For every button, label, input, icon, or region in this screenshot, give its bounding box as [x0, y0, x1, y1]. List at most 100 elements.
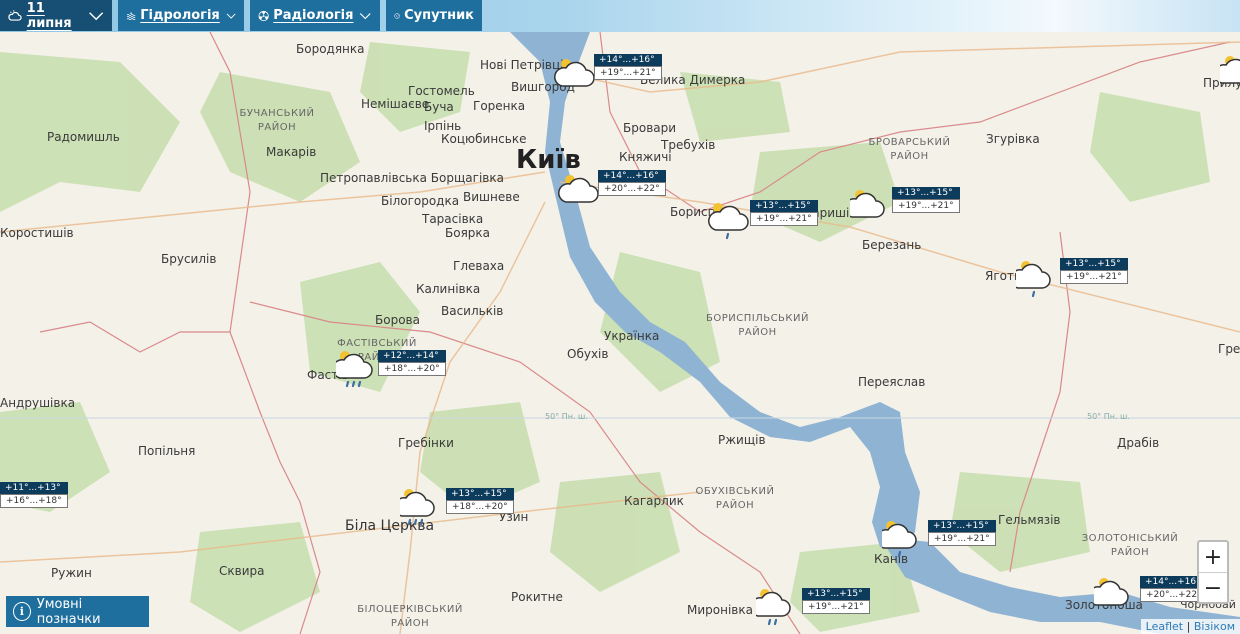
city-label: Нові Петрівці: [480, 58, 564, 72]
map-canvas[interactable]: Бородянка Нові Петрівці Велика Димерка Г…: [0, 32, 1240, 634]
leaflet-link[interactable]: Leaflet: [1146, 620, 1183, 633]
top-toolbar: 11 липня Гідрологія Радіологія Супутник: [0, 0, 1240, 32]
chevron-down-icon: [226, 13, 236, 19]
city-label: Березань: [862, 238, 922, 252]
night-temp: +13°...+15°: [892, 187, 960, 199]
waves-icon: [126, 11, 136, 20]
date-selector[interactable]: 11 липня: [0, 0, 112, 31]
city-label: Тарасівка: [422, 212, 484, 226]
sun-cloud-icon: [1094, 578, 1129, 606]
city-label: Миронівка: [687, 603, 753, 617]
legend-label: Умовні позначки: [36, 596, 101, 627]
day-temp: +19°...+21°: [802, 600, 870, 614]
city-label: Рокитне: [511, 590, 563, 604]
sun-cloud-rain-icon: [336, 351, 373, 388]
day-temp: +19°...+21°: [892, 199, 960, 213]
city-label: Ржищів: [718, 433, 766, 447]
city-label: Гельмязів: [998, 513, 1061, 527]
radiology-menu[interactable]: Радіологія: [250, 0, 380, 31]
city-label: Макарів: [266, 145, 317, 159]
city-label: Коростишів: [0, 226, 74, 240]
city-label: Ружин: [51, 566, 92, 580]
info-icon: i: [13, 602, 31, 621]
city-label: Бровари: [623, 121, 677, 135]
radiation-icon: [258, 10, 269, 21]
sun-cloud-rain-icon: [708, 203, 749, 240]
visicom-link[interactable]: Візіком: [1194, 620, 1235, 633]
city-label: Васильків: [441, 304, 504, 318]
city-label: Білогородка: [381, 194, 460, 208]
city-label: Драбів: [1117, 436, 1160, 450]
city-label: Гребінка: [1218, 342, 1240, 356]
radiology-label: Радіологія: [273, 8, 354, 23]
city-label: Згурівка: [986, 132, 1040, 146]
region-label: БІЛОЦЕРКІВСЬКИЙ РАЙОН: [357, 604, 463, 629]
city-label: Кагарлик: [624, 494, 684, 508]
city-label: Брусилів: [161, 252, 217, 266]
city-label: Коцюбинське: [441, 132, 527, 146]
satellite-menu[interactable]: Супутник: [386, 0, 482, 31]
zoom-in-button[interactable]: +: [1199, 542, 1227, 572]
city-label: Попільня: [138, 444, 196, 458]
city-label: Буча: [424, 100, 454, 114]
city-label: Обухів: [567, 347, 609, 361]
sun-cloud-icon: [558, 175, 599, 203]
hydrology-label: Гідрологія: [140, 8, 220, 23]
city-label: Сквира: [219, 564, 265, 578]
night-temp: +13°...+15°: [1060, 258, 1128, 270]
day-temp: +18°...+20°: [446, 500, 514, 514]
day-temp: +18°...+20°: [378, 362, 446, 376]
night-temp: +13°...+15°: [802, 588, 870, 600]
city-label: Андрушівка: [0, 396, 76, 410]
latitude-label: 50° Пн. ш.: [1087, 412, 1130, 421]
sun-cloud-icon: [1220, 56, 1240, 84]
date-label: 11 липня: [26, 0, 72, 31]
region-label: БРОВАРСЬКИЙ РАЙОН: [868, 137, 951, 162]
globe-icon: [394, 12, 400, 19]
satellite-label: Супутник: [404, 8, 474, 23]
latitude-label: 50° Пн. ш.: [545, 412, 588, 421]
city-label: Радомишль: [47, 130, 120, 144]
city-label: Немішаєве: [361, 97, 430, 111]
city-label: Українка: [604, 329, 660, 343]
day-temp: +19°...+21°: [594, 66, 662, 80]
attribution-separator: |: [1183, 620, 1194, 633]
region-label: БОРИСПІЛЬСЬКИЙ РАЙОН: [706, 313, 809, 338]
city-label: Глеваха: [453, 259, 505, 273]
day-temp: +19°...+21°: [750, 212, 818, 226]
sun-cloud-rain-icon: [756, 589, 791, 626]
city-label: Гребінки: [398, 436, 454, 450]
night-temp: +14°...+16°: [598, 170, 666, 182]
day-temp: +19°...+21°: [928, 532, 996, 546]
chevron-down-icon: [88, 11, 103, 20]
hydrology-menu[interactable]: Гідрологія: [118, 0, 244, 31]
city-label: Боярка: [445, 226, 491, 240]
night-temp: +12°...+14°: [378, 350, 446, 362]
weather-cloud-icon: [8, 9, 22, 21]
night-temp: +13°...+15°: [446, 488, 514, 500]
city-label: Переяслав: [858, 375, 926, 389]
night-temp: +14°...+16°: [594, 54, 662, 66]
sun-cloud-rain-icon: [882, 521, 917, 558]
zoom-out-button[interactable]: −: [1199, 572, 1227, 603]
sun-cloud-rain-icon: [1016, 261, 1051, 298]
day-temp: +19°...+21°: [1060, 270, 1128, 284]
sun-cloud-icon: [554, 59, 595, 87]
day-temp: +20°...+22°: [598, 182, 666, 196]
city-label: Борова: [375, 313, 420, 327]
city-label: Бородянка: [296, 42, 365, 56]
city-label: Княжичі: [619, 150, 672, 164]
legend-button[interactable]: i Умовні позначки: [6, 596, 149, 627]
city-label: Гостомель: [408, 84, 475, 98]
city-label: Вишневе: [463, 190, 520, 204]
sun-cloud-icon: [850, 190, 885, 218]
night-temp: +13°...+15°: [750, 200, 818, 212]
day-temp: +16°...+18°: [0, 494, 68, 508]
night-temp: +11°...+13°: [0, 482, 68, 494]
chevron-down-icon: [360, 12, 372, 19]
city-label: Калинівка: [416, 282, 481, 296]
city-label: Петропавлівська Борщагівка: [320, 171, 504, 185]
region-label: БУЧАНСЬКИЙ РАЙОН: [239, 108, 315, 133]
zoom-control: + −: [1197, 540, 1229, 604]
night-temp: +13°...+15°: [928, 520, 996, 532]
